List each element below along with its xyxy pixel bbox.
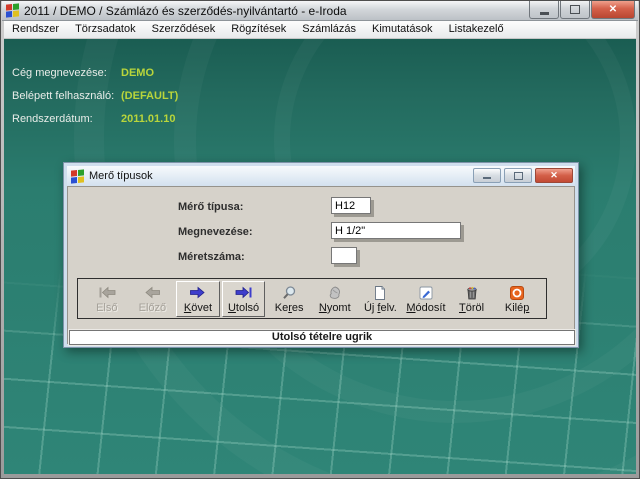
toolbar-label: Módosít <box>406 302 445 314</box>
menu-item-torzsadatok[interactable]: Törzsadatok <box>67 21 144 38</box>
delete-icon <box>464 284 480 302</box>
maximize-icon <box>570 5 580 14</box>
status-bar: Utolsó tételre ugrik <box>69 330 575 345</box>
toolbar-button-previous: Előző <box>131 281 175 317</box>
company-row: Cég megnevezése: DEMO <box>12 61 178 84</box>
toolbar-label: Utolsó <box>228 302 259 314</box>
dialog-minimize-button[interactable] <box>473 168 501 183</box>
maximize-button[interactable] <box>560 1 590 19</box>
new-record-icon <box>372 284 388 302</box>
menu-item-kimutatasok[interactable]: Kimutatások <box>364 21 441 38</box>
dialog-title: Merő típusok <box>89 170 153 182</box>
user-row: Belépett felhasználó: (DEFAULT) <box>12 84 178 107</box>
toolbar-label: Töröl <box>459 302 484 314</box>
date-row: Rendszerdátum: 2011.01.10 <box>12 107 178 130</box>
toolbar-button-exit[interactable]: Kilép <box>495 281 539 317</box>
dialog-icon <box>71 169 84 183</box>
exit-icon <box>509 284 525 302</box>
minimize-icon <box>540 12 549 15</box>
menu-item-rendszer[interactable]: Rendszer <box>4 21 67 38</box>
toolbar-label: Követ <box>184 302 212 314</box>
session-info: Cég megnevezése: DEMO Belépett felhaszná… <box>12 61 178 130</box>
field-label-size: Méretszáma: <box>178 251 245 263</box>
date-label: Rendszerdátum: <box>12 113 121 125</box>
toolbar-button-new[interactable]: Új felv. <box>359 281 403 317</box>
menu-item-szamlazas[interactable]: Számlázás <box>294 21 364 38</box>
app-icon <box>6 3 19 17</box>
toolbar-button-last[interactable]: Utolsó <box>222 281 266 317</box>
company-value: DEMO <box>121 67 154 79</box>
minimize-button[interactable] <box>529 1 559 19</box>
search-icon <box>281 284 297 302</box>
first-icon <box>98 284 116 302</box>
dialog-body: Mérő típusa: Megnevezése: Méretszáma: El… <box>67 186 575 344</box>
window-controls: ✕ <box>529 1 635 19</box>
toolbar-label: Előző <box>139 302 167 314</box>
dialog-mero-tipusok: Merő típusok ✕ Mérő típusa: Megnevezése:… <box>63 162 579 348</box>
toolbar-button-delete[interactable]: Töröl <box>450 281 494 317</box>
main-titlebar[interactable]: 2011 / DEMO / Számlázó és szerződés-nyil… <box>2 1 638 21</box>
toolbar-button-next[interactable]: Követ <box>176 281 220 317</box>
date-value: 2011.01.10 <box>121 113 175 125</box>
user-label: Belépett felhasználó: <box>12 90 121 102</box>
user-value: (DEFAULT) <box>121 90 178 102</box>
menu-item-szerzodesek[interactable]: Szerződések <box>144 21 224 38</box>
toolbar-label: Nyomt <box>319 302 351 314</box>
toolbar-label: Kilép <box>505 302 529 314</box>
field-label-name: Megnevezése: <box>178 226 253 238</box>
dialog-controls: ✕ <box>473 168 573 183</box>
menubar: Rendszer Törzsadatok Szerződések Rögzíté… <box>4 21 636 39</box>
menu-item-listakezelo[interactable]: Listakezelő <box>441 21 512 38</box>
toolbar-label: Keres <box>275 302 304 314</box>
size-input[interactable] <box>331 247 357 264</box>
close-icon: ✕ <box>550 171 558 180</box>
window-title: 2011 / DEMO / Számlázó és szerződés-nyil… <box>24 4 347 18</box>
record-toolbar: Első Előző Követ <box>77 278 547 319</box>
dialog-close-button[interactable]: ✕ <box>535 168 573 183</box>
toolbar-label: Első <box>96 302 117 314</box>
close-button[interactable]: ✕ <box>591 1 635 19</box>
application-window: 2011 / DEMO / Számlázó és szerződés-nyil… <box>0 0 640 479</box>
field-label-type: Mérő típusa: <box>178 201 243 213</box>
type-input[interactable] <box>331 197 371 214</box>
dialog-titlebar[interactable]: Merő típusok ✕ <box>67 166 575 186</box>
toolbar-button-first: Első <box>85 281 129 317</box>
minimize-icon <box>483 177 491 179</box>
toolbar-button-search[interactable]: Keres <box>267 281 311 317</box>
edit-icon <box>418 284 434 302</box>
toolbar-label: Új felv. <box>364 302 397 314</box>
last-icon <box>235 284 253 302</box>
maximize-icon <box>514 172 523 180</box>
next-icon <box>189 284 207 302</box>
name-input[interactable] <box>331 222 461 239</box>
menu-item-rogzitesek[interactable]: Rögzítések <box>223 21 294 38</box>
close-icon: ✕ <box>609 5 617 15</box>
toolbar-button-print[interactable]: Nyomt <box>313 281 357 317</box>
print-icon <box>327 284 343 302</box>
toolbar-button-modify[interactable]: Módosít <box>404 281 448 317</box>
company-label: Cég megnevezése: <box>12 67 121 79</box>
previous-icon <box>143 284 161 302</box>
dialog-maximize-button[interactable] <box>504 168 532 183</box>
